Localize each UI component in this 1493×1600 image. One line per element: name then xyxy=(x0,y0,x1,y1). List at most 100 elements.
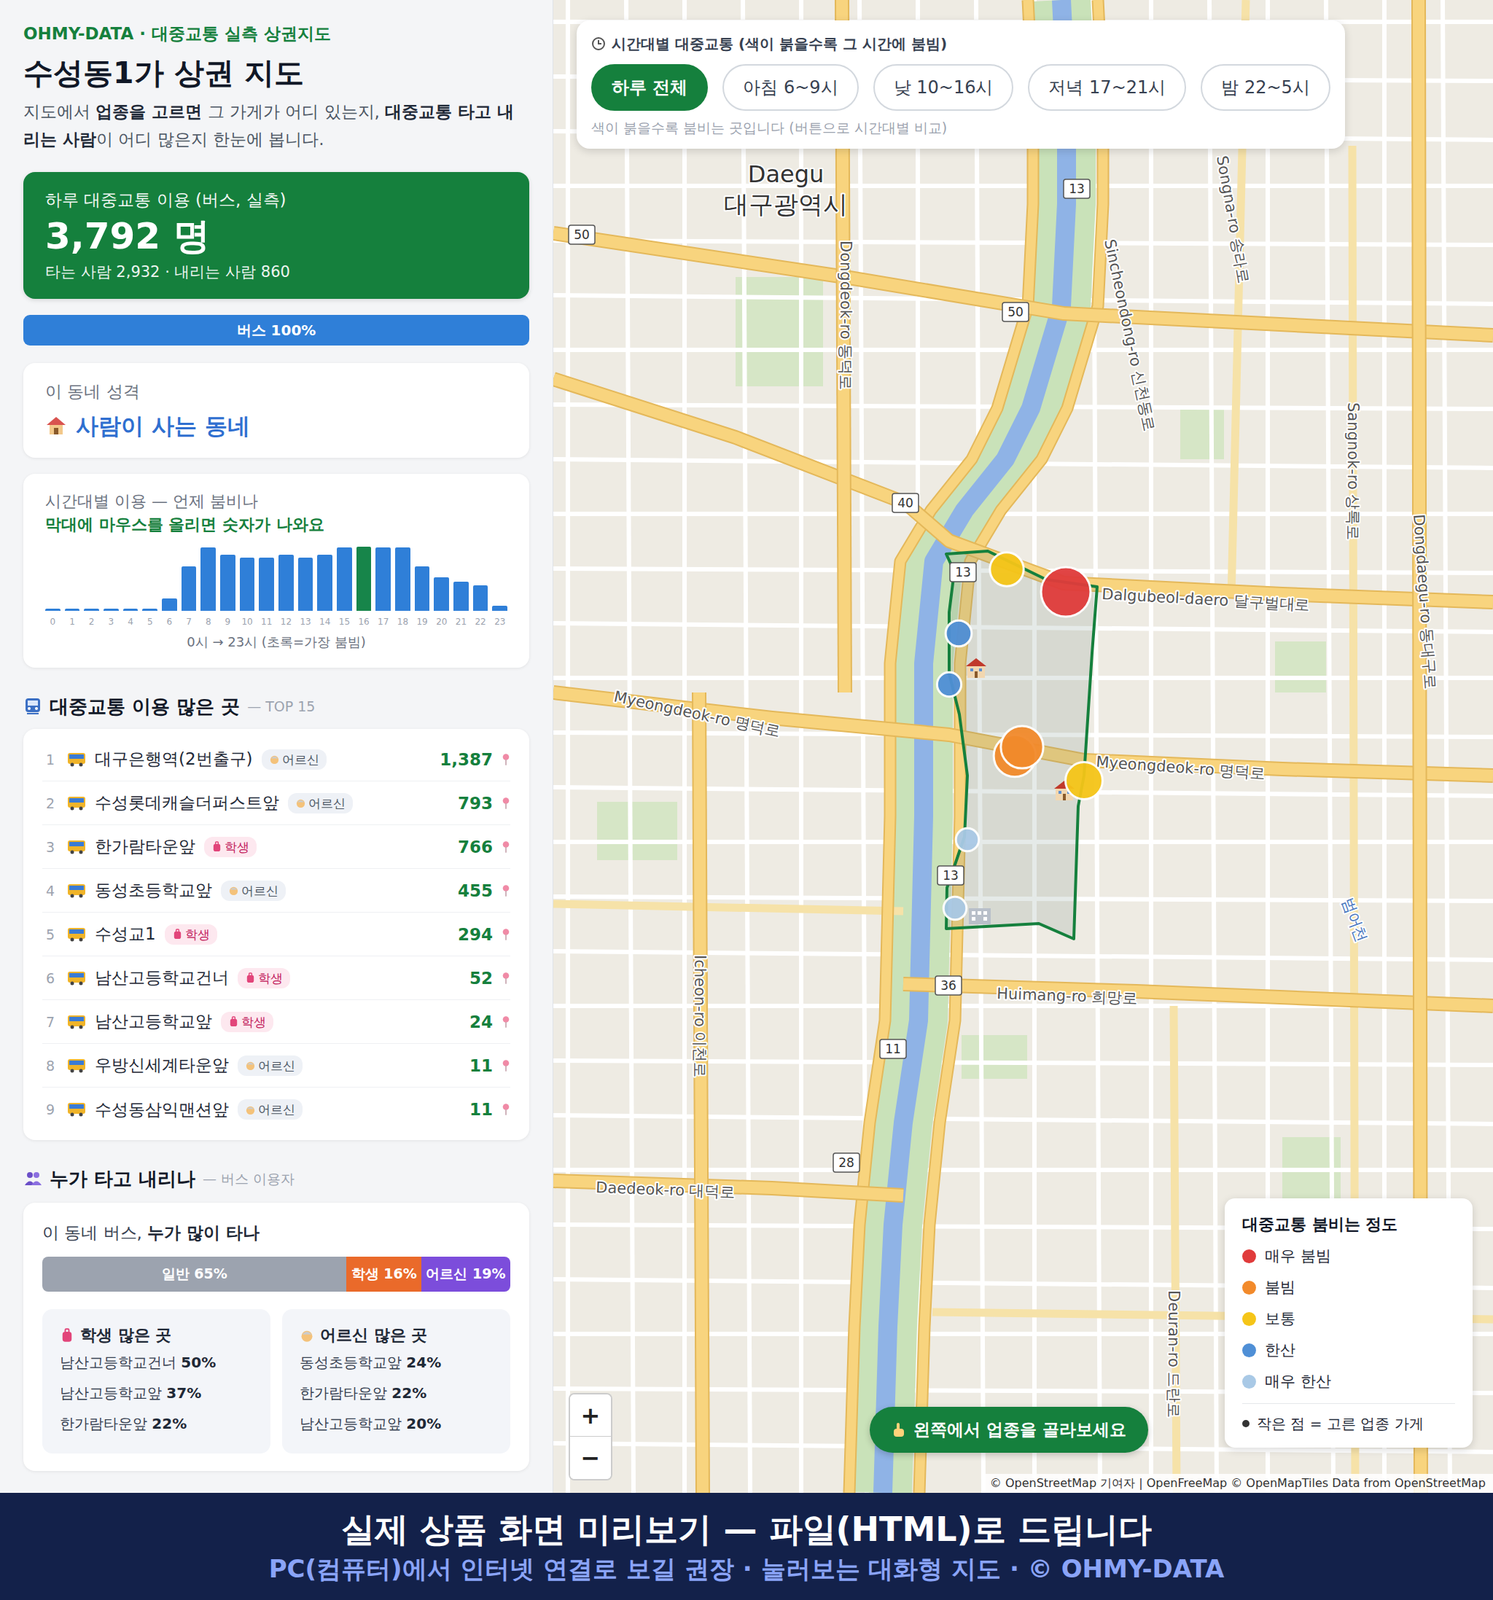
stop-marker[interactable] xyxy=(943,896,967,921)
route-shield: 28 xyxy=(833,1153,860,1173)
time-option[interactable]: 밤 22~5시 xyxy=(1200,64,1331,111)
hour-bar[interactable] xyxy=(298,557,314,611)
stop-marker[interactable] xyxy=(1041,567,1091,617)
pin-icon[interactable] xyxy=(501,1059,511,1073)
stop-row[interactable]: 2 수성롯데캐슬더퍼스트앞 어르신 793 xyxy=(42,781,511,826)
route-shield: 13 xyxy=(949,562,977,582)
backpack-icon xyxy=(59,1328,75,1343)
pin-icon[interactable] xyxy=(501,840,511,854)
hour-label: 0 xyxy=(45,615,61,629)
stop-marker[interactable] xyxy=(1000,726,1044,769)
hour-bar[interactable] xyxy=(317,554,333,612)
backpack-icon xyxy=(244,972,256,984)
zoom-button[interactable]: − xyxy=(570,1436,611,1480)
hour-label: 6 xyxy=(161,615,178,629)
hour-bar[interactable] xyxy=(278,554,294,612)
map-label: Huimang-ro 희망로 xyxy=(996,984,1138,1008)
svg-text:11: 11 xyxy=(885,1041,902,1057)
map-label: Daedeok-ro 대덕로 xyxy=(595,1178,736,1202)
group-badge: 학생 xyxy=(220,1011,274,1033)
route-shield: 40 xyxy=(892,493,919,513)
hour-bar[interactable] xyxy=(414,566,431,611)
stop-row[interactable]: 6 남산고등학교건너 학생 52 xyxy=(42,956,511,1001)
stop-row[interactable]: 5 수성교1 학생 294 xyxy=(42,912,511,957)
route-shield: 11 xyxy=(879,1039,907,1059)
hour-bar[interactable] xyxy=(395,547,411,611)
share-segment: 학생 16% xyxy=(346,1256,422,1292)
hour-bar[interactable] xyxy=(45,608,61,611)
hour-bar[interactable] xyxy=(103,608,119,611)
hour-bar[interactable] xyxy=(239,557,256,611)
svg-text:28: 28 xyxy=(838,1155,855,1171)
hour-bar[interactable] xyxy=(83,608,100,611)
stop-row[interactable]: 1 대구은행역(2번출구) 어르신 1,387 xyxy=(42,737,511,782)
pick-category-button[interactable]: 왼쪽에서 업종을 골라보세요 xyxy=(869,1406,1149,1453)
elder-icon xyxy=(269,753,280,765)
hour-bar[interactable] xyxy=(142,608,158,611)
hour-bar[interactable] xyxy=(433,577,450,611)
hour-bar[interactable] xyxy=(123,608,139,611)
hour-label: 21 xyxy=(453,615,469,629)
hour-bar[interactable] xyxy=(220,554,236,612)
pin-icon[interactable] xyxy=(501,796,511,810)
group-item: 동성초등학교앞 24% xyxy=(299,1347,493,1378)
stop-marker[interactable] xyxy=(936,672,961,697)
map-label: Songna-ro 송라로 xyxy=(1213,154,1253,286)
time-option[interactable]: 아침 6~9시 xyxy=(722,64,859,111)
hour-label: 8 xyxy=(200,615,216,629)
time-option[interactable]: 저녁 17~21시 xyxy=(1027,64,1187,111)
route-shield: 36 xyxy=(935,976,962,996)
map-attribution[interactable]: © OpenStreetMap 기여자 | OpenFreeMap © Open… xyxy=(982,1474,1493,1493)
time-option[interactable]: 하루 전체 xyxy=(591,64,708,111)
street xyxy=(1209,0,1217,1493)
hour-bar[interactable] xyxy=(453,581,469,611)
time-option[interactable]: 낮 10~16시 xyxy=(873,64,1015,111)
group-badge: 어르신 xyxy=(237,1099,303,1120)
mode-bar: 버스 100% xyxy=(23,314,530,346)
pin-icon[interactable] xyxy=(501,753,511,767)
stop-row[interactable]: 7 남산고등학교앞 학생 24 xyxy=(42,1000,511,1044)
bus-icon xyxy=(67,926,87,943)
hour-bar[interactable] xyxy=(492,605,508,611)
group-badge: 어르신 xyxy=(261,749,327,770)
pin-icon[interactable] xyxy=(501,928,511,942)
hour-label: 4 xyxy=(123,615,139,629)
hour-bar[interactable] xyxy=(356,546,372,611)
building-icon xyxy=(968,908,991,925)
pin-icon[interactable] xyxy=(501,1015,511,1029)
hour-bar[interactable] xyxy=(336,547,353,611)
map-label: Deuran-ro 드란로 xyxy=(1164,1290,1183,1419)
route-shield: 50 xyxy=(568,225,595,245)
hour-bar[interactable] xyxy=(258,557,275,611)
map-label: Myeongdeok-ro 명덕로 xyxy=(1095,753,1267,783)
hour-bar[interactable] xyxy=(473,585,489,611)
hour-label: 2 xyxy=(83,615,100,629)
bus-icon xyxy=(67,751,87,768)
street xyxy=(565,0,571,1493)
hour-label: 18 xyxy=(395,615,411,629)
pin-icon[interactable] xyxy=(501,1102,511,1117)
pin-icon[interactable] xyxy=(501,884,511,898)
character-card: 이 동네 성격 사람이 사는 동네 xyxy=(23,363,530,458)
stop-marker[interactable] xyxy=(989,552,1024,587)
hour-label: 17 xyxy=(375,615,391,629)
hour-bar[interactable] xyxy=(64,608,81,611)
stop-marker[interactable] xyxy=(945,620,972,647)
stop-row[interactable]: 4 동성초등학교앞 어르신 455 xyxy=(42,868,511,913)
stop-marker[interactable] xyxy=(955,828,980,852)
hour-bar[interactable] xyxy=(200,547,216,611)
pin-icon[interactable] xyxy=(501,971,511,985)
stop-row[interactable]: 9 수성동삼익맨션앞 어르신 11 xyxy=(42,1087,511,1132)
map[interactable]: Daegu대구광역시Dalgubeol-daero 달구벌대로Myeongdeo… xyxy=(553,0,1493,1493)
people-icon xyxy=(23,1169,43,1189)
stop-marker[interactable] xyxy=(1065,762,1103,800)
elder-icon xyxy=(244,1059,256,1071)
rider-share-bar: 일반 65%학생 16%어르신 19% xyxy=(42,1256,511,1292)
hour-bar[interactable] xyxy=(161,598,178,611)
stop-row[interactable]: 3 한가람타운앞 학생 766 xyxy=(42,825,511,869)
stop-row[interactable]: 8 우방신세계타운앞 어르신 11 xyxy=(42,1043,511,1088)
hour-bar[interactable] xyxy=(375,547,391,611)
zoom-button[interactable]: + xyxy=(570,1394,611,1437)
map-label: Myeongdeok-ro 명덕로 xyxy=(612,687,782,740)
hour-bar[interactable] xyxy=(181,566,197,611)
